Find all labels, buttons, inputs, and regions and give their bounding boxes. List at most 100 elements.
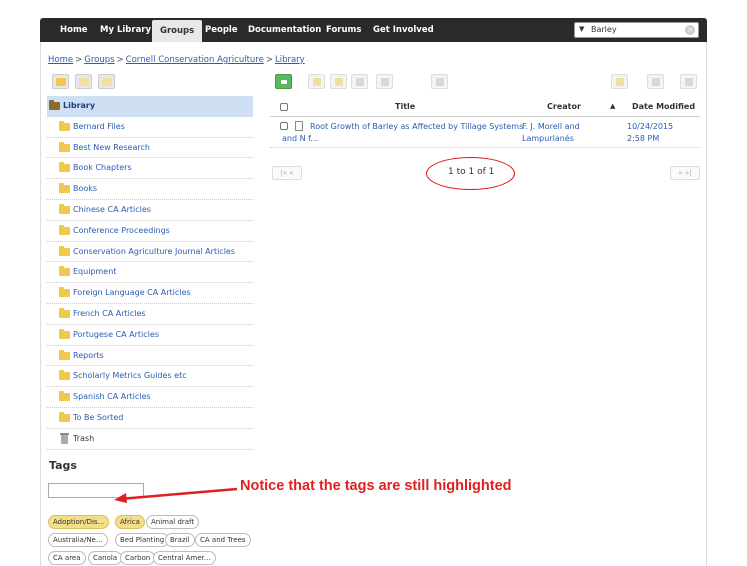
tag-chip[interactable]: Brazil: [165, 533, 195, 547]
collection-item[interactable]: Scholarly Metrics Guides etc: [47, 366, 253, 388]
folder-icon: [59, 120, 70, 131]
collection-label: Reports: [73, 350, 104, 360]
collection-label: Equipment: [73, 267, 117, 277]
library-settings-button[interactable]: [611, 74, 628, 89]
remove-from-collection-button[interactable]: [330, 74, 347, 89]
collection-label: Scholarly Metrics Guides etc: [73, 371, 187, 381]
trash-icon: [60, 432, 69, 444]
collection-item[interactable]: Portugese CA Articles: [47, 325, 253, 346]
delete-collection-button[interactable]: [98, 74, 115, 89]
collection-item[interactable]: Equipment: [47, 262, 253, 284]
collection-library[interactable]: Library: [47, 96, 253, 117]
tag-chip[interactable]: Bed Planting: [115, 533, 170, 547]
table-row[interactable]: Root Growth of Barley as Affected by Til…: [270, 118, 700, 148]
export-button[interactable]: [431, 74, 448, 89]
new-collection-button[interactable]: [52, 74, 69, 89]
trash-item-button[interactable]: [351, 74, 368, 89]
trash-icon: [356, 78, 364, 86]
sort-options-button[interactable]: [680, 74, 697, 89]
cite-icon: [381, 78, 389, 86]
annotation-arrow: [114, 487, 238, 503]
collection-item[interactable]: Conservation Agriculture Journal Article…: [47, 242, 253, 263]
plus-icon: [281, 80, 287, 84]
search-input[interactable]: ▼ Barley ×: [574, 22, 699, 38]
edit-item-button[interactable]: [308, 74, 325, 89]
folder-icon: [59, 266, 70, 277]
collection-label: Foreign Language CA Articles: [73, 288, 191, 298]
tag-chip[interactable]: Australia/Ne...: [48, 533, 108, 547]
item-title-line1[interactable]: Root Growth of Barley as Affected by Til…: [310, 121, 523, 132]
collection-item[interactable]: Chinese CA Articles: [47, 200, 253, 221]
tag-chip[interactable]: CA area: [48, 551, 86, 565]
collection-item[interactable]: Book Chapters: [47, 158, 253, 180]
breadcrumb-groups[interactable]: Groups: [84, 55, 114, 65]
folder-icon: [59, 224, 70, 235]
search-value: Barley: [591, 25, 617, 34]
folder-icon: [59, 162, 70, 173]
collection-item[interactable]: Spanish CA Articles: [47, 387, 253, 408]
collection-label: Trash: [73, 433, 95, 443]
tag-chip[interactable]: Canola: [88, 551, 123, 565]
nav-people[interactable]: People: [197, 18, 246, 42]
collection-trash[interactable]: Trash: [47, 429, 253, 450]
folder-remove-icon: [335, 78, 343, 86]
cite-button[interactable]: [376, 74, 393, 89]
column-title[interactable]: Title: [395, 102, 415, 111]
folder-icon: [59, 411, 70, 422]
nav-get-involved[interactable]: Get Involved: [365, 18, 442, 42]
last-page-icon[interactable]: »|: [685, 169, 692, 177]
collection-item[interactable]: Bernard Files: [47, 117, 253, 138]
tag-chip[interactable]: Africa: [115, 515, 145, 529]
column-date-modified[interactable]: Date Modified: [632, 102, 695, 111]
sort-ascending-icon[interactable]: ▲: [610, 102, 615, 110]
collection-label: French CA Articles: [73, 308, 146, 318]
tag-chip[interactable]: Central Amer...: [153, 551, 216, 565]
folder-icon: [59, 391, 70, 402]
folder-delete-icon: [102, 78, 112, 86]
columns-button[interactable]: [647, 74, 664, 89]
first-page-icon[interactable]: |«: [280, 169, 287, 177]
collection-item[interactable]: French CA Articles: [47, 304, 253, 325]
row-checkbox[interactable]: [280, 122, 288, 130]
pagination-next-last[interactable]: » »|: [670, 166, 700, 180]
breadcrumb-group[interactable]: Cornell Conservation Agriculture: [126, 55, 264, 65]
nav-forums[interactable]: Forums: [318, 18, 369, 42]
next-page-icon[interactable]: »: [678, 169, 682, 177]
top-nav: Home My Library Groups People Documentat…: [40, 18, 707, 42]
tag-chip[interactable]: Carbon: [120, 551, 156, 565]
folder-icon: [59, 245, 70, 256]
clear-search-icon[interactable]: ×: [685, 25, 695, 35]
annotation-circle: [426, 157, 515, 190]
item-title-line2[interactable]: and N f...: [282, 133, 318, 144]
pagination-first-prev[interactable]: |« «: [272, 166, 302, 180]
sort-icon: [685, 78, 693, 86]
collection-item[interactable]: Foreign Language CA Articles: [47, 283, 253, 304]
column-creator[interactable]: Creator: [547, 102, 581, 111]
nav-documentation[interactable]: Documentation: [240, 18, 329, 42]
breadcrumb-library[interactable]: Library: [275, 55, 305, 65]
folder-edit-icon: [79, 78, 89, 86]
collection-item[interactable]: Best New Research: [47, 138, 253, 159]
collection-item[interactable]: Books: [47, 179, 253, 200]
tag-chip[interactable]: CA and Trees: [195, 533, 251, 547]
nav-my-library[interactable]: My Library: [92, 18, 159, 42]
export-icon: [436, 78, 444, 86]
select-all-checkbox[interactable]: [280, 103, 288, 111]
nav-home[interactable]: Home: [52, 18, 96, 42]
prev-page-icon[interactable]: «: [289, 169, 293, 177]
breadcrumb-home[interactable]: Home: [48, 55, 73, 65]
search-scope-dropdown-icon[interactable]: ▼: [579, 25, 584, 33]
tag-chip[interactable]: Animal draft: [146, 515, 200, 529]
collection-item[interactable]: Conference Proceedings: [47, 221, 253, 242]
collection-item[interactable]: Reports: [47, 346, 253, 367]
new-item-button[interactable]: [275, 74, 292, 89]
edit-collection-button[interactable]: [75, 74, 92, 89]
collection-item[interactable]: To Be Sorted: [47, 408, 253, 429]
nav-groups[interactable]: Groups: [152, 20, 203, 42]
item-creator-line2: Lampurlanés: [522, 134, 574, 143]
item-date-line2: 2:58 PM: [627, 134, 660, 143]
tag-chip[interactable]: Adoption/Dis...: [48, 515, 110, 529]
collection-label: Bernard Files: [73, 121, 125, 131]
tags-heading: Tags: [49, 459, 77, 472]
breadcrumb: Home > Groups > Cornell Conservation Agricul…: [48, 55, 305, 65]
